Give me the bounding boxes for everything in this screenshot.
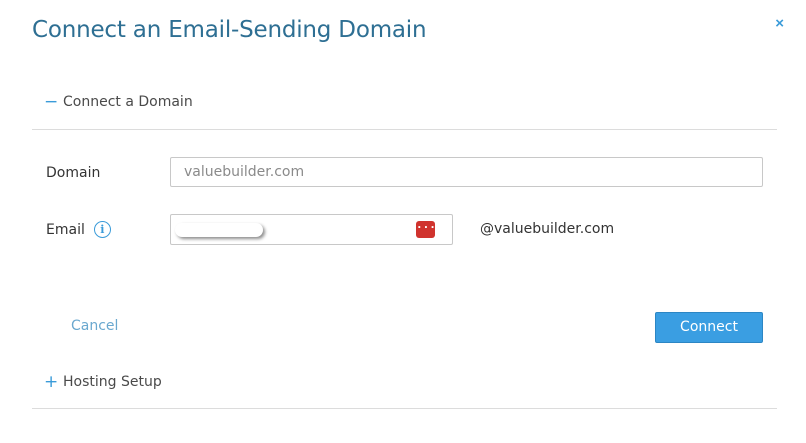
autofill-overlay bbox=[175, 223, 263, 237]
section-toggle-connect-domain[interactable]: − Connect a Domain bbox=[44, 93, 193, 111]
password-manager-icon[interactable]: ··· bbox=[416, 221, 436, 238]
close-icon[interactable]: × bbox=[775, 14, 784, 34]
email-label-text: Email bbox=[46, 221, 85, 238]
section-divider bbox=[32, 129, 777, 130]
domain-input[interactable] bbox=[170, 157, 763, 187]
email-label: Email i bbox=[46, 221, 111, 238]
connect-domain-dialog: Connect an Email-Sending Domain × − Conn… bbox=[0, 0, 806, 443]
info-icon[interactable]: i bbox=[93, 221, 111, 238]
email-domain-suffix: @valuebuilder.com bbox=[480, 221, 615, 237]
plus-icon: + bbox=[44, 372, 59, 392]
domain-label: Domain bbox=[46, 165, 100, 181]
email-input[interactable]: ··· bbox=[170, 214, 453, 245]
section-label: Connect a Domain bbox=[63, 94, 193, 110]
cancel-button[interactable]: Cancel bbox=[71, 318, 118, 334]
connect-button[interactable]: Connect bbox=[655, 312, 763, 343]
section-toggle-hosting-setup[interactable]: + Hosting Setup bbox=[44, 373, 162, 391]
section-label: Hosting Setup bbox=[63, 374, 162, 390]
minus-icon: − bbox=[44, 92, 59, 112]
dialog-title: Connect an Email-Sending Domain bbox=[32, 17, 427, 43]
domain-label-text: Domain bbox=[46, 165, 101, 181]
section-divider bbox=[32, 408, 777, 409]
